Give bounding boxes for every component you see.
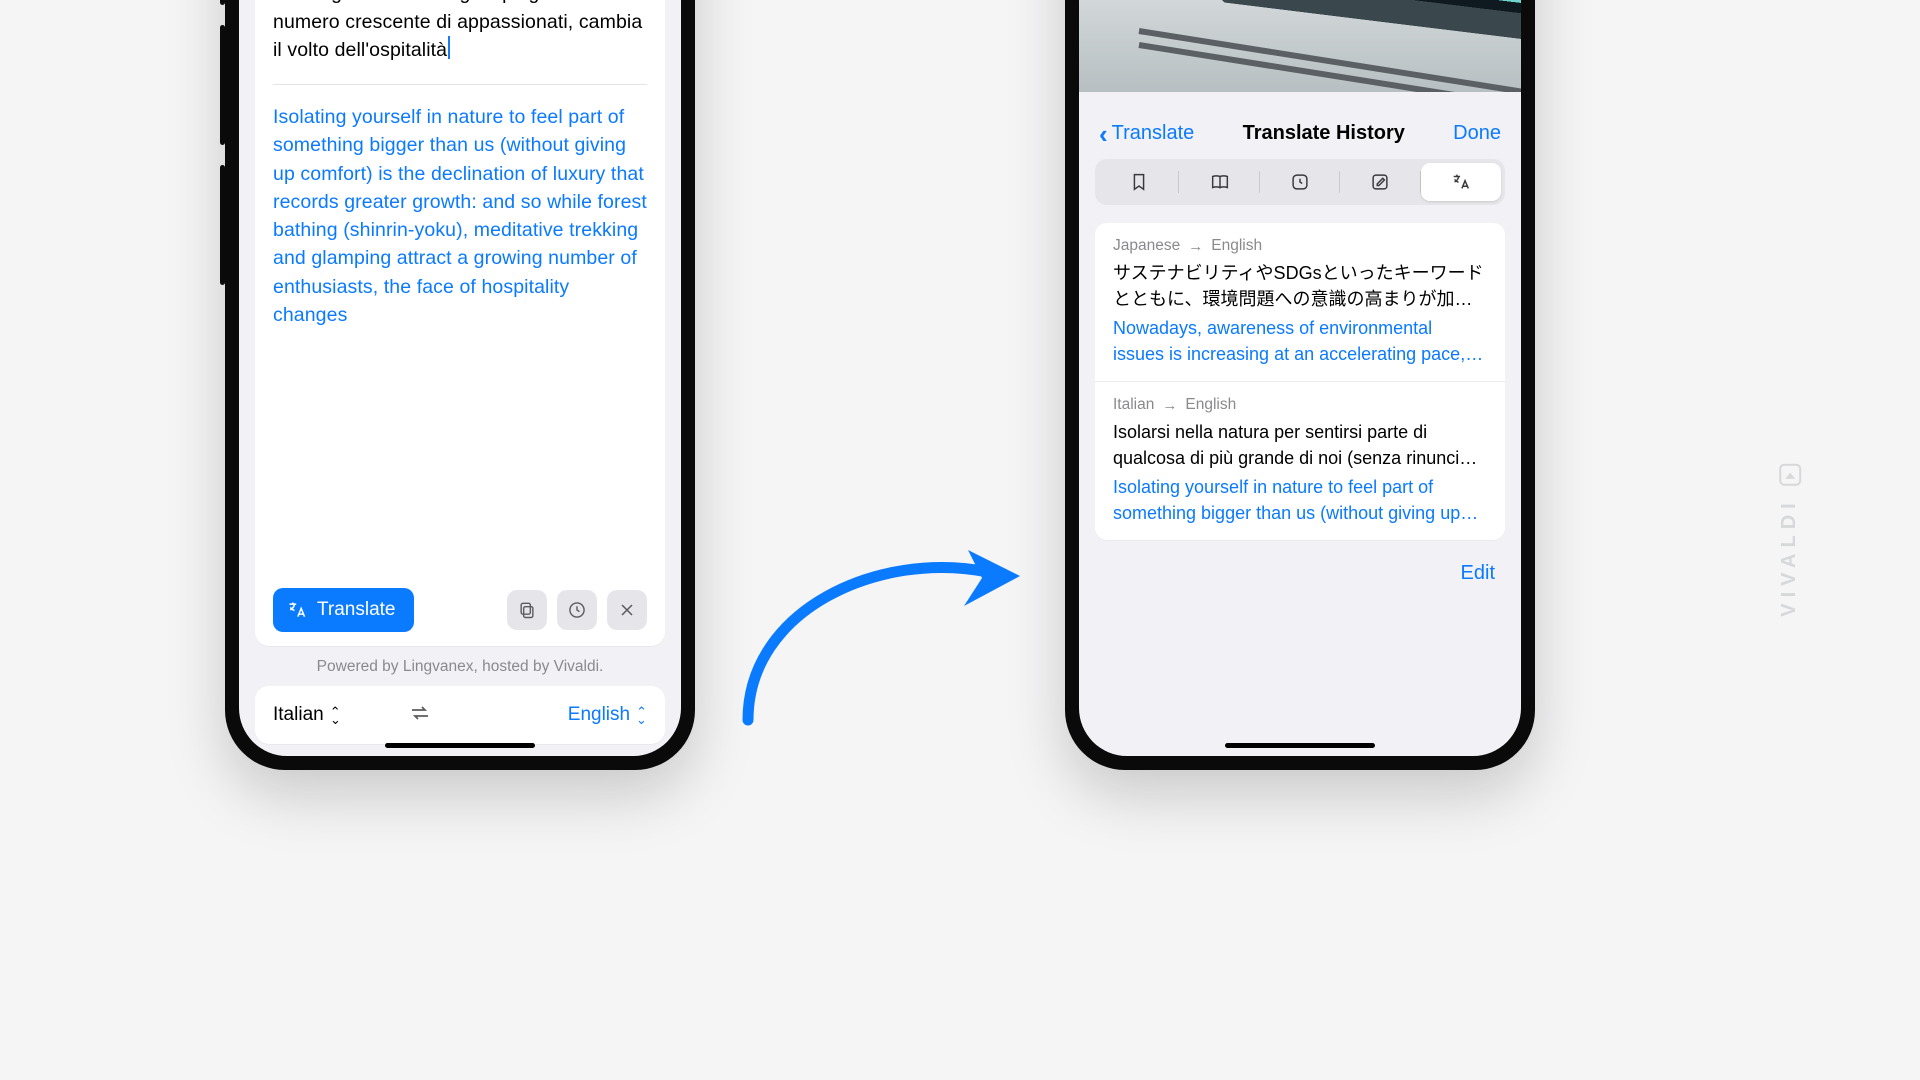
target-language-label: English xyxy=(568,704,630,726)
card-toolbar: Translate xyxy=(273,588,647,632)
history-button[interactable] xyxy=(557,590,597,630)
segment-history[interactable] xyxy=(1260,163,1340,201)
edit-note-icon xyxy=(1369,171,1391,193)
sheet-title: Translate History xyxy=(1243,122,1405,145)
translate-icon xyxy=(287,600,307,620)
screen-right: ‹ Translate Translate History Done xyxy=(1079,0,1521,756)
card-divider xyxy=(273,84,647,85)
chevron-updown-icon: ⌃⌃ xyxy=(330,709,341,722)
phone-left: Isolarsi nella natura per sentirsi parte… xyxy=(225,0,695,770)
close-icon xyxy=(617,600,637,620)
translate-button[interactable]: Translate xyxy=(273,588,414,632)
swap-icon xyxy=(408,701,432,725)
copy-button[interactable] xyxy=(507,590,547,630)
back-label: Translate xyxy=(1112,122,1195,145)
history-item[interactable]: Italian → English Isolarsi nella natura … xyxy=(1095,381,1505,540)
hero-image xyxy=(1079,0,1521,92)
history-item-target: Nowadays, awareness of environmental iss… xyxy=(1113,316,1487,367)
history-item-source: サステナビリティやSDGsといったキーワードとともに、環境問題への意識の高まりが… xyxy=(1113,261,1487,312)
edit-button[interactable]: Edit xyxy=(1095,540,1505,585)
translate-card: Isolarsi nella natura per sentirsi parte… xyxy=(255,0,665,646)
done-button[interactable]: Done xyxy=(1453,122,1501,145)
arrow-right-icon: → xyxy=(1188,238,1203,255)
home-indicator[interactable] xyxy=(1225,743,1375,748)
segment-reading-list[interactable] xyxy=(1179,163,1259,201)
copy-icon xyxy=(517,600,537,620)
history-item-source: Isolarsi nella natura per sentirsi parte… xyxy=(1113,420,1487,471)
vivaldi-logo-icon xyxy=(1778,463,1800,485)
segment-bookmarks[interactable] xyxy=(1099,163,1179,201)
history-icon xyxy=(567,600,587,620)
arrow-right-icon: → xyxy=(1162,397,1177,414)
flow-arrow xyxy=(708,520,1048,740)
history-item-languages: Italian → English xyxy=(1113,396,1487,414)
swap-languages-button[interactable] xyxy=(408,701,432,730)
chevron-updown-icon: ⌃⌃ xyxy=(636,709,647,722)
translate-button-label: Translate xyxy=(317,599,396,621)
home-indicator[interactable] xyxy=(385,743,535,748)
segmented-control xyxy=(1095,159,1505,205)
translate-icon xyxy=(1450,171,1472,193)
target-language-picker[interactable]: English ⌃⌃ xyxy=(568,704,647,726)
close-button[interactable] xyxy=(607,590,647,630)
source-text[interactable]: Isolarsi nella natura per sentirsi parte… xyxy=(273,0,647,64)
history-list: Japanese → English サステナビリティやSDGsといったキーワー… xyxy=(1095,223,1505,540)
clock-icon xyxy=(1289,171,1311,193)
phone-right: ‹ Translate Translate History Done xyxy=(1065,0,1535,770)
source-language-picker[interactable]: Italian ⌃⌃ xyxy=(273,704,341,726)
screen-left: Isolarsi nella natura per sentirsi parte… xyxy=(239,0,681,756)
vivaldi-brand: VIVALDI xyxy=(1778,463,1801,616)
target-text: Isolating yourself in nature to feel par… xyxy=(273,103,647,329)
segment-translate[interactable] xyxy=(1421,163,1501,201)
back-button[interactable]: ‹ Translate xyxy=(1099,122,1194,145)
powered-by-label: Powered by Lingvanex, hosted by Vivaldi. xyxy=(255,658,665,676)
history-item-languages: Japanese → English xyxy=(1113,237,1487,255)
segment-notes[interactable] xyxy=(1340,163,1420,201)
history-item[interactable]: Japanese → English サステナビリティやSDGsといったキーワー… xyxy=(1095,223,1505,381)
history-item-target: Isolating yourself in nature to feel par… xyxy=(1113,475,1487,526)
book-open-icon xyxy=(1209,171,1231,193)
language-bar: Italian ⌃⌃ English ⌃⌃ xyxy=(255,686,665,744)
brand-label: VIVALDI xyxy=(1778,497,1801,616)
bookmark-icon xyxy=(1128,171,1150,193)
sheet-header: ‹ Translate Translate History Done xyxy=(1095,106,1505,159)
text-cursor xyxy=(448,36,450,58)
source-language-label: Italian xyxy=(273,704,324,726)
